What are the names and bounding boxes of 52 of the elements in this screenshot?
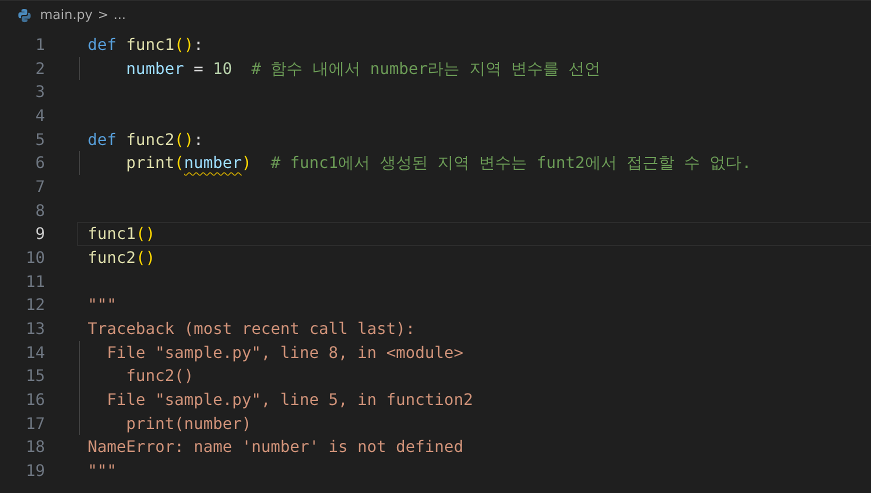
bracket-token: () <box>174 35 194 54</box>
line-number: 14 <box>24 342 45 364</box>
code-token: : <box>194 35 204 54</box>
bracket-token: () <box>136 224 156 244</box>
line-number: 10 <box>24 246 45 269</box>
line-number: 8 <box>34 200 45 222</box>
breadcrumb-more[interactable]: ... <box>113 8 126 22</box>
string-token: func2() <box>125 366 194 386</box>
warning-token: number <box>184 153 242 172</box>
line-number: 9 <box>34 223 45 246</box>
line-number: 18 <box>24 436 45 458</box>
bracket-token: ) <box>242 153 252 172</box>
bracket-token: () <box>174 130 194 149</box>
line-number: 16 <box>24 388 45 411</box>
keyword-token: def <box>88 130 118 149</box>
line-number: 19 <box>24 460 45 482</box>
line-number: 5 <box>34 128 45 151</box>
function-token: print <box>125 153 174 172</box>
line-number: 1 <box>34 34 45 56</box>
code-token: : <box>194 130 204 149</box>
function-token: func1 <box>126 35 174 54</box>
code-token: = <box>192 58 204 78</box>
string-token: File "sample.py", line 8, in <module> <box>106 342 464 362</box>
keyword-token: def <box>88 35 118 54</box>
line-number: 6 <box>34 152 45 174</box>
string-token: """ <box>88 295 117 314</box>
line-number: 4 <box>34 104 45 127</box>
line-number: 2 <box>34 58 45 80</box>
line-number: 15 <box>24 365 45 388</box>
line-number: 11 <box>24 270 45 293</box>
line-number: 3 <box>34 81 45 104</box>
code-comment: # 함수 내에서 number라는 지역 변수를 선언 <box>250 58 601 78</box>
string-token: """ <box>88 460 117 480</box>
line-number: 12 <box>24 294 45 316</box>
breadcrumb-separator: > <box>98 8 108 22</box>
function-token: func2 <box>88 248 136 267</box>
line-number: 7 <box>34 176 45 198</box>
bracket-token: ( <box>174 153 184 172</box>
variable-token: number <box>125 58 184 78</box>
bracket-token: () <box>136 248 156 267</box>
line-number: 13 <box>24 318 45 340</box>
breadcrumb-file[interactable]: main.py <box>40 8 93 22</box>
code-comment: # func1에서 생성된 지역 변수는 funt2에서 접근할 수 없다. <box>270 153 752 172</box>
string-token: File "sample.py", line 5, in function2 <box>106 390 473 409</box>
string-token: NameError: name 'number' is not defined <box>88 437 464 456</box>
string-token: print(number) <box>125 414 252 432</box>
line-number: 17 <box>24 412 45 434</box>
function-token: func2 <box>126 130 174 149</box>
python-file-icon <box>17 8 32 22</box>
string-token: Traceback (most recent call last): <box>88 318 416 338</box>
number-token: 10 <box>212 58 232 78</box>
function-token: func1 <box>88 224 136 244</box>
